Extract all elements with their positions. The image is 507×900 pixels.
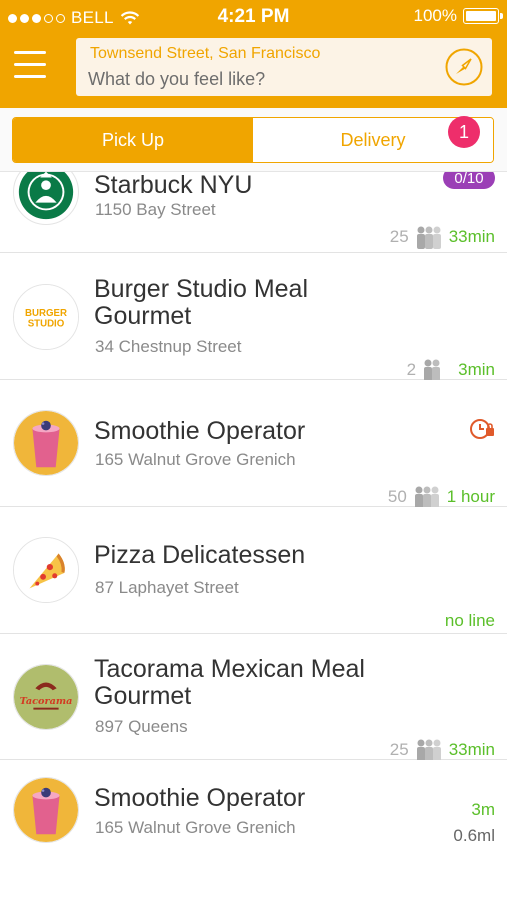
restaurant-row[interactable]: Pizza Delicatessen 87 Laphayet Street no… bbox=[0, 507, 507, 634]
menu-icon[interactable] bbox=[14, 51, 46, 79]
restaurant-address: 1150 Bay Street bbox=[95, 200, 216, 219]
status-right: 100% bbox=[413, 6, 503, 26]
burger-studio-logo: BURGER STUDIO bbox=[13, 284, 79, 350]
queue-info: 25 33min bbox=[390, 738, 495, 762]
queue-info: 3m bbox=[471, 800, 495, 820]
restaurant-row[interactable]: Smoothie Operator 165 Walnut Grove Greni… bbox=[0, 760, 507, 900]
svg-text:STUDIO: STUDIO bbox=[28, 319, 65, 330]
battery-icon bbox=[463, 8, 503, 24]
compass-icon[interactable] bbox=[444, 47, 484, 87]
order-type-bar: Pick Up Delivery bbox=[0, 108, 507, 172]
svg-text:Tacorama: Tacorama bbox=[20, 696, 73, 707]
restaurant-row[interactable]: Starbuck NYU 1150 Bay Street 0/10 25 33m… bbox=[0, 172, 507, 253]
restaurant-name: Smoothie Operator bbox=[94, 784, 306, 812]
people-count: 2 bbox=[406, 360, 417, 379]
people-count: 25 bbox=[389, 227, 409, 246]
restaurant-name: Starbuck NYU bbox=[94, 172, 253, 199]
restaurant-address: 165 Walnut Grove Grenich bbox=[95, 450, 296, 469]
people-count: 25 bbox=[389, 740, 409, 759]
current-location[interactable]: Townsend Street, San Francisco bbox=[90, 45, 320, 63]
queue-info: no line bbox=[445, 611, 495, 631]
wait-time: 3min bbox=[458, 360, 495, 379]
tacorama-logo: Tacorama bbox=[13, 664, 79, 730]
wait-time: 1 hour bbox=[446, 487, 495, 506]
order-type-segment: Pick Up Delivery bbox=[12, 117, 494, 163]
restaurant-row[interactable]: Smoothie Operator 165 Walnut Grove Greni… bbox=[0, 380, 507, 509]
search-box[interactable]: Townsend Street, San Francisco bbox=[76, 38, 492, 96]
wait-time: 33min bbox=[448, 740, 495, 759]
restaurant-address: 34 Chestnup Street bbox=[95, 337, 242, 356]
search-input[interactable] bbox=[88, 67, 428, 91]
restaurant-row[interactable]: Tacorama Tacorama Mexican Meal Gourmet 8… bbox=[0, 634, 507, 762]
smoothie-logo bbox=[13, 410, 79, 476]
restaurant-row[interactable]: BURGER STUDIO Burger Studio Meal Gourmet… bbox=[0, 253, 507, 382]
wait-time: 33min bbox=[448, 227, 495, 246]
status-bar: BELL 4:21 PM 100% bbox=[0, 0, 507, 34]
distance: 0.6ml bbox=[453, 826, 495, 845]
restaurant-address: 165 Walnut Grove Grenich bbox=[95, 818, 296, 837]
restaurant-name: Burger Studio Meal Gourmet bbox=[94, 275, 309, 330]
notification-badge: 1 bbox=[448, 116, 480, 148]
app-header: BELL 4:21 PM 100% Townsend Street, San F… bbox=[0, 0, 507, 108]
restaurant-name: Pizza Delicatessen bbox=[94, 541, 306, 569]
queue-info: 2 3min bbox=[407, 358, 495, 382]
queue-info: 50 1 hour bbox=[388, 485, 495, 509]
smoothie-logo bbox=[13, 777, 79, 843]
alarm-lock-icon bbox=[470, 419, 494, 439]
promo-badge: 0/10 bbox=[443, 172, 495, 189]
tab-pickup[interactable]: Pick Up bbox=[13, 118, 253, 162]
people-queue-icon bbox=[424, 359, 441, 382]
queue-info: 25 33min bbox=[390, 225, 495, 249]
restaurant-address: 87 Laphayet Street bbox=[95, 578, 239, 597]
wait-time: no line bbox=[444, 611, 495, 630]
battery-percent: 100% bbox=[413, 6, 457, 25]
restaurant-name: Smoothie Operator bbox=[94, 417, 306, 445]
people-count: 50 bbox=[387, 487, 407, 506]
svg-text:BURGER: BURGER bbox=[25, 308, 67, 319]
restaurant-list: Starbuck NYU 1150 Bay Street 0/10 25 33m… bbox=[0, 172, 507, 900]
starbucks-logo bbox=[13, 172, 79, 225]
wait-time: 3m bbox=[471, 800, 495, 819]
people-queue-icon bbox=[416, 226, 441, 249]
restaurant-address: 897 Queens bbox=[95, 717, 188, 736]
pizza-logo bbox=[13, 537, 79, 603]
restaurant-name: Tacorama Mexican Meal Gourmet bbox=[94, 655, 365, 710]
people-queue-icon bbox=[414, 486, 439, 509]
people-queue-icon bbox=[416, 739, 441, 762]
